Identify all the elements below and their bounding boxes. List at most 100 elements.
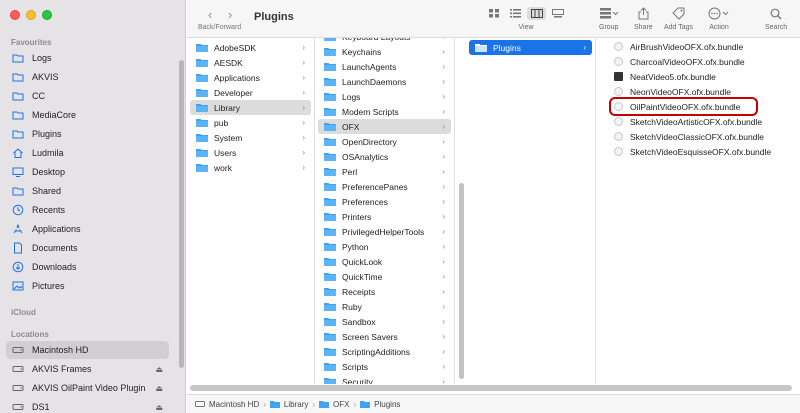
eject-icon[interactable]: ⏏ — [155, 365, 163, 374]
document-icon — [12, 242, 24, 254]
horizontal-scrollbar[interactable] — [190, 385, 792, 391]
sidebar-item-pictures[interactable]: Pictures — [6, 277, 169, 295]
sidebar-item-logs[interactable]: Logs — [6, 49, 169, 67]
sidebar-location-ds1[interactable]: DS1 ⏏ — [6, 398, 169, 413]
file-item[interactable]: NeatVideo5.ofx.bundle — [608, 69, 797, 84]
folder-item[interactable]: work › — [190, 160, 311, 175]
folder-item[interactable]: System › — [190, 130, 311, 145]
eject-icon[interactable]: ⏏ — [155, 403, 163, 412]
share-button[interactable]: Share — [634, 6, 653, 31]
eject-icon[interactable]: ⏏ — [155, 384, 163, 393]
action-button[interactable]: Action — [708, 6, 730, 31]
group-button[interactable]: Group — [599, 6, 618, 31]
folder-item[interactable]: Perl › — [318, 164, 451, 179]
folder-item[interactable]: Sandbox › — [318, 314, 451, 329]
folder-item[interactable]: PreferencePanes › — [318, 179, 451, 194]
minimize-window-button[interactable] — [26, 10, 36, 20]
gallery-view-icon[interactable] — [548, 7, 567, 20]
folder-item[interactable]: LaunchAgents › — [318, 59, 451, 74]
column-2-scrollbar[interactable] — [459, 183, 464, 379]
folder-item[interactable]: Modem Scripts › — [318, 104, 451, 119]
folder-item[interactable]: OSAnalytics › — [318, 149, 451, 164]
chevron-right-icon: › — [442, 272, 445, 281]
sidebar-item-documents[interactable]: Documents — [6, 239, 169, 257]
list-view-icon[interactable] — [506, 7, 525, 20]
folder-item[interactable]: QuickTime › — [318, 269, 451, 284]
file-item[interactable]: SketchVideoEsquisseOFX.ofx.bundle — [608, 144, 797, 159]
folder-item[interactable]: Library › — [190, 100, 311, 115]
folder-item[interactable]: PrivilegedHelperTools › — [318, 224, 451, 239]
sidebar-location-akvis-oilpaint-video-plugin[interactable]: AKVIS OilPaint Video Plugin ⏏ — [6, 379, 169, 397]
folder-item[interactable]: Security › — [318, 374, 451, 384]
file-item[interactable]: SketchVideoArtisticOFX.ofx.bundle — [608, 114, 797, 129]
folder-item[interactable]: Users › — [190, 145, 311, 160]
home-icon — [12, 147, 24, 159]
sidebar-item-applications[interactable]: Applications — [6, 220, 169, 238]
folder-item[interactable]: Printers › — [318, 209, 451, 224]
sidebar-item-mediacore[interactable]: MediaCore — [6, 106, 169, 124]
folder-item[interactable]: Plugins › — [469, 40, 592, 55]
path-separator-icon: › — [353, 399, 357, 409]
view-label: View — [518, 24, 534, 31]
folder-icon — [324, 77, 342, 86]
folder-item[interactable]: Receipts › — [318, 284, 451, 299]
sidebar-item-plugins[interactable]: Plugins — [6, 125, 169, 143]
close-window-button[interactable] — [10, 10, 20, 20]
sidebar-item-downloads[interactable]: Downloads — [6, 258, 169, 276]
sidebar-item-akvis[interactable]: AKVIS — [6, 68, 169, 86]
folder-icon — [12, 109, 24, 121]
sidebar-item-recents[interactable]: Recents — [6, 201, 169, 219]
folder-icon — [324, 137, 342, 146]
group-icon — [599, 8, 618, 19]
forward-button[interactable]: › — [228, 7, 232, 22]
folder-icon — [12, 71, 24, 83]
sidebar-item-shared[interactable]: Shared — [6, 182, 169, 200]
file-item[interactable]: SketchVideoClassicOFX.ofx.bundle — [608, 129, 797, 144]
folder-item[interactable]: LaunchDaemons › — [318, 74, 451, 89]
sidebar-item-desktop[interactable]: Desktop — [6, 163, 169, 181]
path-segment[interactable]: Library — [284, 400, 308, 409]
folder-item[interactable]: AdobeSDK › — [190, 40, 311, 55]
folder-item[interactable]: QuickLook › — [318, 254, 451, 269]
folder-item[interactable]: OpenDirectory › — [318, 134, 451, 149]
file-item[interactable]: AirBrushVideoOFX.ofx.bundle — [608, 39, 797, 54]
sidebar-location-akvis-frames[interactable]: AKVIS Frames ⏏ — [6, 360, 169, 378]
chevron-right-icon: › — [442, 152, 445, 161]
folder-item[interactable]: Scripts › — [318, 359, 451, 374]
chevron-right-icon: › — [442, 347, 445, 356]
icon-view-icon[interactable] — [485, 7, 504, 20]
folder-item[interactable]: Logs › — [318, 89, 451, 104]
folder-item[interactable]: OFX › — [318, 119, 451, 134]
folder-item[interactable]: Preferences › — [318, 194, 451, 209]
bundle-icon — [614, 132, 623, 141]
folder-item[interactable]: Keychains › — [318, 44, 451, 59]
sidebar-item-ludmila[interactable]: Ludmila — [6, 144, 169, 162]
path-segment[interactable]: Macintosh HD — [209, 400, 259, 409]
folder-item[interactable]: Python › — [318, 239, 451, 254]
zoom-window-button[interactable] — [42, 10, 52, 20]
folder-icon — [324, 287, 342, 296]
search-button[interactable]: Search — [765, 6, 787, 31]
path-bar: Macintosh HD › Library › OFX › Plugins — [187, 394, 800, 413]
folder-item[interactable]: Developer › — [190, 85, 311, 100]
column-view-icon[interactable] — [527, 7, 546, 20]
back-forward-label: Back/Forward — [198, 24, 242, 31]
folder-item[interactable]: ScriptingAdditions › — [318, 344, 451, 359]
sidebar-scrollbar[interactable] — [179, 60, 184, 368]
back-button[interactable]: ‹ — [208, 7, 212, 22]
sidebar-item-cc[interactable]: CC — [6, 87, 169, 105]
folder-item[interactable]: Ruby › — [318, 299, 451, 314]
folder-item[interactable]: pub › — [190, 115, 311, 130]
sidebar-location-macintosh-hd[interactable]: Macintosh HD — [6, 341, 169, 359]
chevron-right-icon: › — [302, 103, 305, 112]
item-label: Preferences — [342, 196, 388, 207]
add-tags-button[interactable]: Add Tags — [664, 6, 693, 31]
path-segment[interactable]: Plugins — [374, 400, 400, 409]
folder-item[interactable]: AESDK › — [190, 55, 311, 70]
folder-item[interactable]: Applications › — [190, 70, 311, 85]
path-segment[interactable]: OFX — [333, 400, 349, 409]
chevron-right-icon: › — [442, 317, 445, 326]
folder-item[interactable]: Screen Savers › — [318, 329, 451, 344]
bundle-icon — [614, 57, 623, 66]
file-item[interactable]: CharcoalVideoOFX.ofx.bundle — [608, 54, 797, 69]
